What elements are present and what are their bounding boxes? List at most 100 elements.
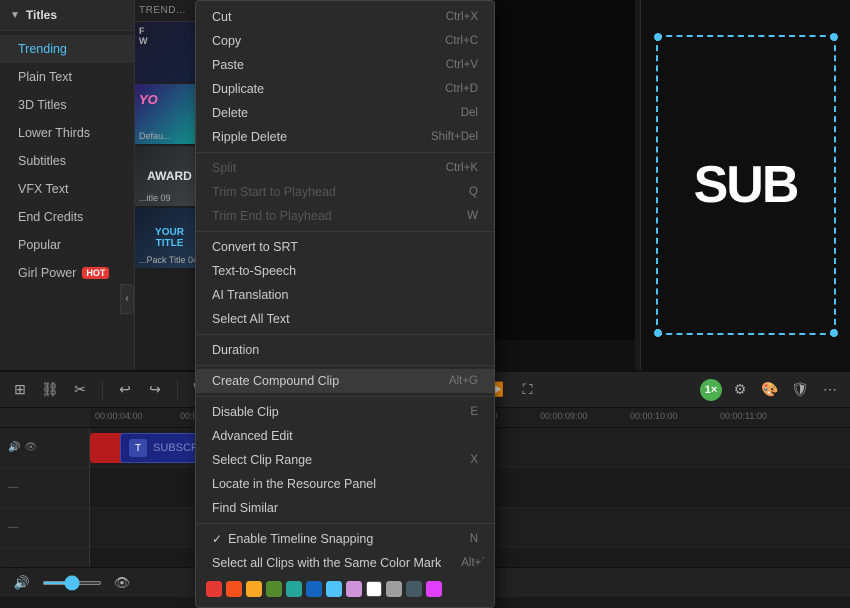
swatch-blue-dark[interactable] bbox=[306, 581, 322, 597]
sidebar-item-end-credits[interactable]: End Credits bbox=[0, 203, 134, 231]
color-swatches bbox=[196, 575, 494, 603]
thumb-text-3: AWARD bbox=[147, 169, 192, 183]
tl-right-icons: 1× ⚙ 🎨 🛡 ⋯ bbox=[700, 378, 842, 402]
sidebar-items-list: Trending Plain Text 3D Titles Lower Thir… bbox=[0, 31, 134, 291]
track-2-icon: — bbox=[8, 482, 18, 493]
tl-shield-btn[interactable]: 🛡 bbox=[788, 378, 812, 402]
track-label-1: 🔊 👁 bbox=[0, 428, 89, 468]
thumbnail-2[interactable]: YO Defau... bbox=[135, 84, 204, 144]
pb-fullscreen-btn[interactable]: ⛶ bbox=[516, 378, 540, 402]
track-label-2: — bbox=[0, 468, 89, 508]
thumb-label-4: ...Pack Title 04 bbox=[139, 255, 198, 265]
swatch-blue-gray[interactable] bbox=[406, 581, 422, 597]
chevron-left-icon: ‹ bbox=[125, 293, 128, 304]
thumbnail-4[interactable]: YOUR TITLE ...Pack Title 04 bbox=[135, 208, 204, 268]
swatch-pink[interactable] bbox=[426, 581, 442, 597]
thumb-strip-header: TREND... bbox=[135, 0, 204, 22]
context-menu-ai-translation[interactable]: AI Translation bbox=[196, 283, 494, 307]
handle-top-right[interactable] bbox=[830, 33, 838, 41]
context-menu-trim-start: Trim Start to Playhead Q bbox=[196, 180, 494, 204]
context-menu-disable-clip[interactable]: Disable Clip E bbox=[196, 400, 494, 424]
handle-bottom-left[interactable] bbox=[654, 329, 662, 337]
ruler-time-5: 00:00:09:00 bbox=[540, 411, 588, 421]
ruler-time-6: 00:00:10:00 bbox=[630, 411, 678, 421]
preview-right: SUB bbox=[640, 0, 850, 370]
track-volume-icon[interactable]: 🔊 bbox=[8, 442, 20, 453]
thumb-label-2: Defau... bbox=[139, 131, 171, 141]
tl-scissors-btn[interactable]: ✂ bbox=[68, 378, 92, 402]
hot-badge: HOT bbox=[82, 267, 109, 279]
context-menu-snapping[interactable]: ✓ Enable Timeline Snapping N bbox=[196, 527, 494, 551]
preview-selection-box[interactable]: SUB bbox=[656, 35, 836, 335]
separator-1 bbox=[196, 152, 494, 153]
context-menu-find-similar[interactable]: Find Similar bbox=[196, 496, 494, 520]
thumbnail-1[interactable]: FW bbox=[135, 22, 204, 82]
context-menu-advanced-edit[interactable]: Advanced Edit bbox=[196, 424, 494, 448]
bottom-vol-btn[interactable]: 🔊 bbox=[10, 571, 34, 595]
context-menu-copy[interactable]: Copy Ctrl+C bbox=[196, 29, 494, 53]
sidebar-title: Titles bbox=[26, 8, 57, 22]
tl-more-btn[interactable]: ⋯ bbox=[818, 378, 842, 402]
sidebar-header: ▼ Titles bbox=[0, 0, 134, 31]
thumb-label-3: ...itle 09 bbox=[139, 193, 171, 203]
tl-sep-1 bbox=[102, 380, 103, 400]
context-menu-cut[interactable]: Cut Ctrl+X bbox=[196, 5, 494, 29]
preview-sub-text: SUB bbox=[694, 155, 798, 215]
separator-2 bbox=[196, 231, 494, 232]
tl-undo-btn[interactable]: ↩ bbox=[113, 378, 137, 402]
sidebar-item-3d-titles[interactable]: 3D Titles bbox=[0, 91, 134, 119]
swatch-white[interactable] bbox=[366, 581, 382, 597]
track-eye-icon[interactable]: 👁 bbox=[24, 442, 37, 453]
context-menu-same-color[interactable]: Select all Clips with the Same Color Mar… bbox=[196, 551, 494, 575]
swatch-purple-light[interactable] bbox=[346, 581, 362, 597]
thumbnail-3[interactable]: AWARD ...itle 09 bbox=[135, 146, 204, 206]
context-menu-convert-srt[interactable]: Convert to SRT bbox=[196, 235, 494, 259]
separator-3 bbox=[196, 334, 494, 335]
sidebar-item-plain-text[interactable]: Plain Text bbox=[0, 63, 134, 91]
thumb-text-2: YO bbox=[139, 92, 158, 107]
sidebar-item-girl-power[interactable]: Girl Power HOT bbox=[0, 259, 134, 287]
context-menu-paste[interactable]: Paste Ctrl+V bbox=[196, 53, 494, 77]
context-menu-duplicate[interactable]: Duplicate Ctrl+D bbox=[196, 77, 494, 101]
sidebar-collapse-arrow[interactable]: ▼ bbox=[10, 10, 20, 21]
tl-redo-btn[interactable]: ↪ bbox=[143, 378, 167, 402]
separator-4 bbox=[196, 365, 494, 366]
context-menu-trim-end: Trim End to Playhead W bbox=[196, 204, 494, 228]
tl-grid-btn[interactable]: ⊞ bbox=[8, 378, 32, 402]
sidebar-item-subtitles[interactable]: Subtitles bbox=[0, 147, 134, 175]
sidebar-item-vfx-text[interactable]: VFX Text bbox=[0, 175, 134, 203]
bottom-eye-btn[interactable]: 👁 bbox=[110, 571, 134, 595]
tl-speed-btn[interactable]: 1× bbox=[700, 379, 722, 401]
swatch-teal[interactable] bbox=[286, 581, 302, 597]
swatch-green-dark[interactable] bbox=[266, 581, 282, 597]
sidebar-item-lower-thirds[interactable]: Lower Thirds bbox=[0, 119, 134, 147]
context-menu-compound[interactable]: Create Compound Clip Alt+G bbox=[196, 369, 494, 393]
sidebar-collapse-button[interactable]: ‹ bbox=[120, 284, 134, 314]
context-menu-tts[interactable]: Text-to-Speech bbox=[196, 259, 494, 283]
context-menu-duration[interactable]: Duration bbox=[196, 338, 494, 362]
swatch-yellow[interactable] bbox=[246, 581, 262, 597]
swatch-red[interactable] bbox=[206, 581, 222, 597]
tl-link-btn[interactable]: ⛓ bbox=[38, 378, 62, 402]
context-menu-locate-resource[interactable]: Locate in the Resource Panel bbox=[196, 472, 494, 496]
ruler-label-spacer bbox=[0, 408, 90, 427]
thumb-text-1: FW bbox=[135, 22, 152, 50]
track-label-3: — bbox=[0, 508, 89, 548]
separator-6 bbox=[196, 523, 494, 524]
context-menu-ripple-delete[interactable]: Ripple Delete Shift+Del bbox=[196, 125, 494, 149]
handle-top-left[interactable] bbox=[654, 33, 662, 41]
context-menu-select-range[interactable]: Select Clip Range X bbox=[196, 448, 494, 472]
swatch-blue-light[interactable] bbox=[326, 581, 342, 597]
sidebar-item-trending[interactable]: Trending bbox=[0, 35, 134, 63]
swatch-orange[interactable] bbox=[226, 581, 242, 597]
context-menu-select-all-text[interactable]: Select All Text bbox=[196, 307, 494, 331]
swatch-gray[interactable] bbox=[386, 581, 402, 597]
context-menu-delete[interactable]: Delete Del bbox=[196, 101, 494, 125]
thumb-text-4: YOUR TITLE bbox=[152, 227, 187, 249]
tl-color-btn[interactable]: 🎨 bbox=[758, 378, 782, 402]
separator-5 bbox=[196, 396, 494, 397]
sidebar-item-popular[interactable]: Popular bbox=[0, 231, 134, 259]
tl-settings-btn[interactable]: ⚙ bbox=[728, 378, 752, 402]
handle-bottom-right[interactable] bbox=[830, 329, 838, 337]
volume-slider[interactable] bbox=[42, 581, 102, 585]
